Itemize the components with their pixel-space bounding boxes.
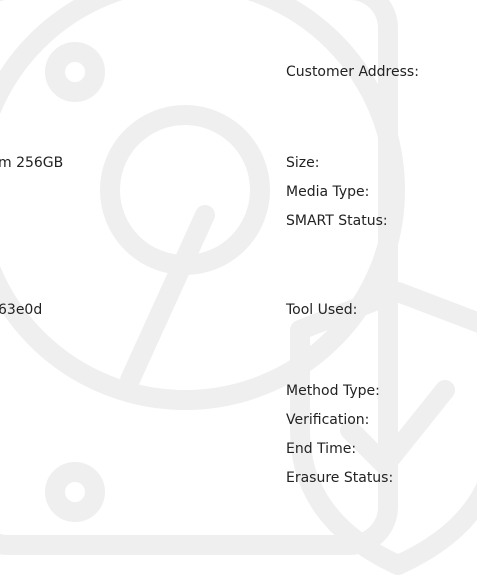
method-type-label: Method Type: bbox=[286, 383, 380, 399]
erasure-status-label: Erasure Status: bbox=[286, 470, 394, 486]
hard-drive-shield-icon bbox=[0, 0, 477, 575]
erasure-report-page: Customer Address: m 256GB Size: Media Ty… bbox=[0, 0, 477, 575]
end-time-label: End Time: bbox=[286, 441, 357, 457]
model-value: m 256GB bbox=[0, 155, 64, 171]
customer-address-label: Customer Address: bbox=[286, 64, 419, 80]
serial-value: 63e0d bbox=[0, 302, 43, 318]
size-label: Size: bbox=[286, 155, 320, 171]
smart-status-label: SMART Status: bbox=[286, 213, 388, 229]
media-type-label: Media Type: bbox=[286, 184, 370, 200]
verification-label: Verification: bbox=[286, 412, 370, 428]
tool-used-label: Tool Used: bbox=[286, 302, 358, 318]
